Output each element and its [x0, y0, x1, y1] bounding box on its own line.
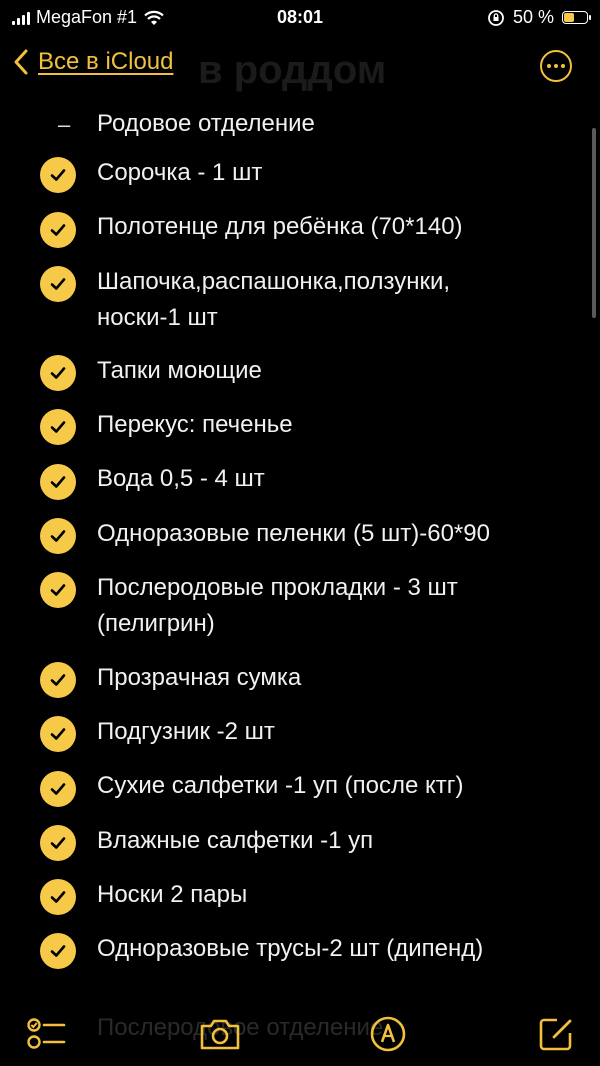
- checklist-item[interactable]: Прозрачная сумка: [97, 660, 577, 696]
- more-button[interactable]: [540, 50, 572, 82]
- markup-button[interactable]: [368, 1014, 408, 1054]
- checked-circle-icon[interactable]: [40, 662, 76, 698]
- section-header-row: – Родовое отделение: [0, 104, 600, 144]
- checked-circle-icon[interactable]: [40, 933, 76, 969]
- checklist-item-continued[interactable]: носки-1 шт: [97, 300, 577, 336]
- checked-circle-icon[interactable]: [40, 879, 76, 915]
- battery-percent: 50 %: [512, 7, 554, 27]
- checklist-item[interactable]: Одноразовые трусы-2 шт (дипенд): [97, 931, 577, 967]
- section-header: Родовое отделение: [97, 110, 315, 137]
- checklist-item[interactable]: Послеродовые прокладки - 3 шт: [97, 570, 577, 606]
- checklist-item[interactable]: Одноразовые пеленки (5 шт)-60*90: [97, 516, 577, 552]
- checklist-item[interactable]: Влажные салфетки -1 уп: [97, 823, 577, 859]
- camera-icon: [200, 1019, 240, 1050]
- checklist-item-continued[interactable]: (пелигрин): [97, 606, 577, 642]
- checklist-item[interactable]: Вода 0,5 - 4 шт: [97, 461, 577, 497]
- checked-circle-icon[interactable]: [40, 266, 76, 302]
- chevron-left-icon: [14, 49, 28, 75]
- checked-circle-icon[interactable]: [40, 518, 76, 554]
- checked-circle-icon[interactable]: [40, 572, 76, 608]
- checklist-item[interactable]: Перекус: печенье: [97, 407, 577, 443]
- bottom-toolbar: Послеродовое отделение: [0, 1000, 600, 1066]
- status-bar: MegaFon #1 08:01 50 %: [0, 0, 600, 36]
- checked-circle-icon[interactable]: [40, 157, 76, 193]
- compose-icon: [539, 1018, 572, 1051]
- checked-circle-icon[interactable]: [40, 464, 76, 500]
- checklist-button[interactable]: [26, 1014, 66, 1054]
- markup-pen-icon: [370, 1016, 406, 1052]
- back-label: Все в iCloud: [38, 48, 174, 75]
- checklist-item[interactable]: Сухие салфетки -1 уп (после ктг): [97, 768, 577, 804]
- checklist-item[interactable]: Сорочка - 1 шт: [97, 155, 577, 191]
- checklist-item[interactable]: Тапки моющие: [97, 353, 577, 389]
- nav-bar: Все в iCloud: [0, 40, 600, 100]
- checklist-item[interactable]: Полотенце для ребёнка (70*140): [97, 209, 577, 245]
- dash-bullet: –: [58, 112, 71, 137]
- compose-button[interactable]: [536, 1014, 576, 1054]
- checked-circle-icon[interactable]: [40, 716, 76, 752]
- checklist-item[interactable]: Подгузник -2 шт: [97, 714, 577, 750]
- checked-circle-icon[interactable]: [40, 409, 76, 445]
- checked-circle-icon[interactable]: [40, 825, 76, 861]
- checked-circle-icon[interactable]: [40, 212, 76, 248]
- ellipsis-circle-icon: [547, 64, 551, 68]
- scrollbar[interactable]: [592, 128, 596, 318]
- camera-button[interactable]: [198, 1014, 242, 1054]
- checked-circle-icon[interactable]: [40, 355, 76, 391]
- back-button[interactable]: Все в iCloud: [14, 48, 173, 76]
- checklist-item[interactable]: Шапочка,распашонка,ползунки,: [97, 264, 577, 300]
- checklist-item[interactable]: Носки 2 пары: [97, 877, 577, 913]
- battery-icon: [562, 11, 591, 24]
- checked-circle-icon[interactable]: [40, 771, 76, 807]
- orientation-lock-icon: [488, 9, 504, 26]
- status-right: 50 %: [487, 7, 591, 28]
- checklist-icon: [27, 1018, 66, 1049]
